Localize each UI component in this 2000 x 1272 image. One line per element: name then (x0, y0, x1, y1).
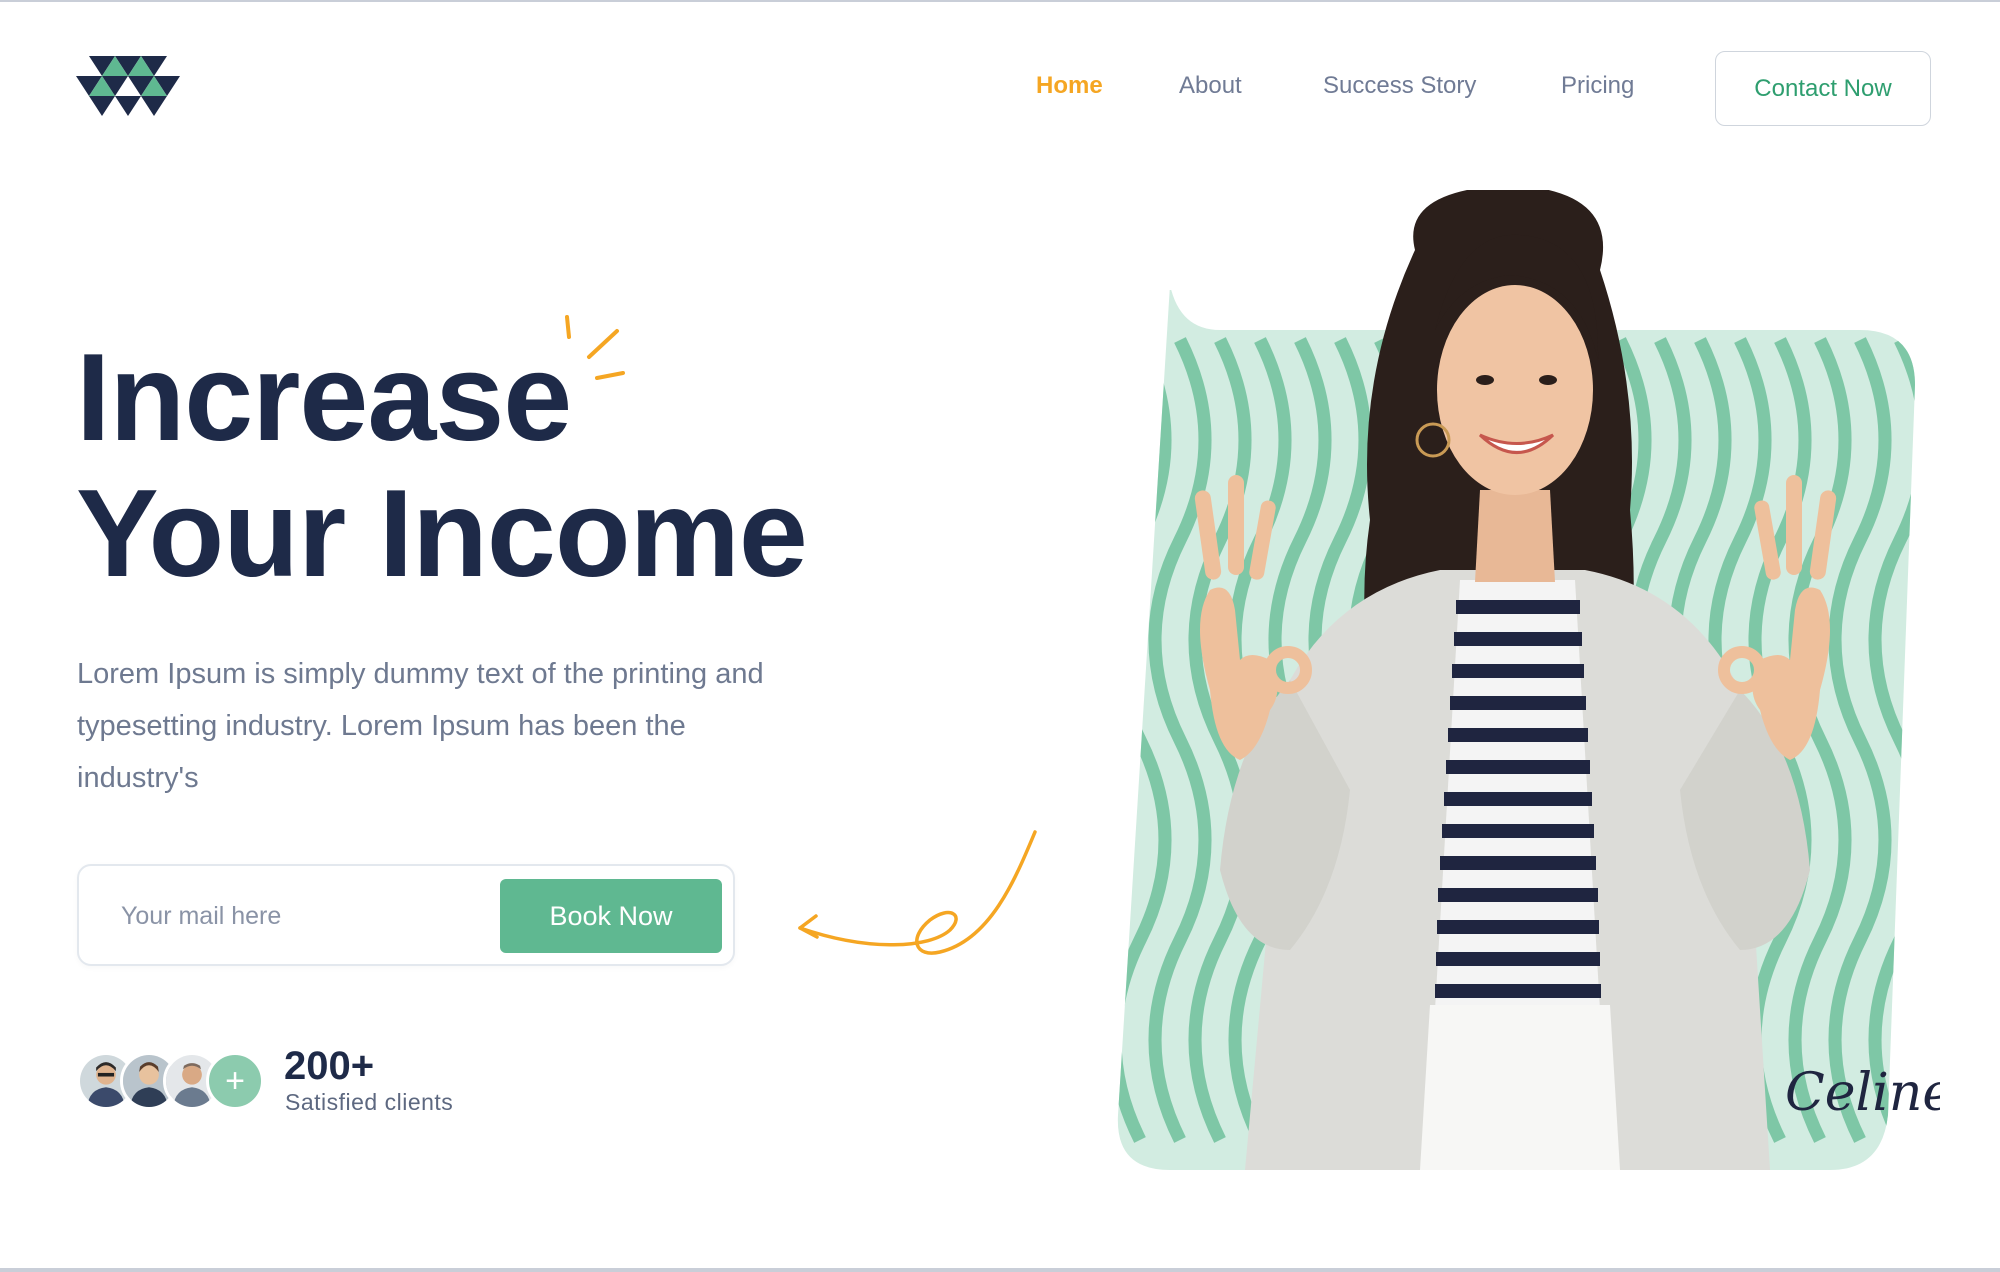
nav-pricing[interactable]: Pricing (1561, 72, 1634, 100)
headline-line-1: Increase (76, 329, 572, 467)
plus-icon[interactable]: + (206, 1052, 264, 1110)
email-signup-form: Book Now (77, 864, 735, 966)
window-bottom-border (0, 1268, 2000, 1272)
client-count: 200+ (284, 1044, 375, 1088)
window-top-border (0, 0, 2000, 2)
contact-now-button[interactable]: Contact Now (1715, 51, 1931, 126)
triangle-logo-icon[interactable] (76, 56, 180, 116)
book-now-button[interactable]: Book Now (500, 879, 722, 953)
signature: Celine (1785, 1063, 1940, 1123)
client-count-label: Satisfied clients (285, 1089, 454, 1115)
nav-about[interactable]: About (1179, 72, 1242, 100)
nav-home[interactable]: Home (1036, 72, 1103, 100)
hero-image: Celine (1117, 190, 1940, 1170)
hero-description: Lorem Ipsum is simply dummy text of the … (77, 658, 764, 794)
nav-success-story[interactable]: Success Story (1323, 72, 1476, 100)
curly-arrow-icon (798, 830, 1037, 955)
headline-line-2: Your Income (76, 465, 808, 603)
hero-headline: Increase Your Income (76, 329, 808, 603)
client-avatars: + (77, 1052, 267, 1110)
sparkle-icon (565, 315, 625, 380)
email-input[interactable] (121, 894, 481, 938)
